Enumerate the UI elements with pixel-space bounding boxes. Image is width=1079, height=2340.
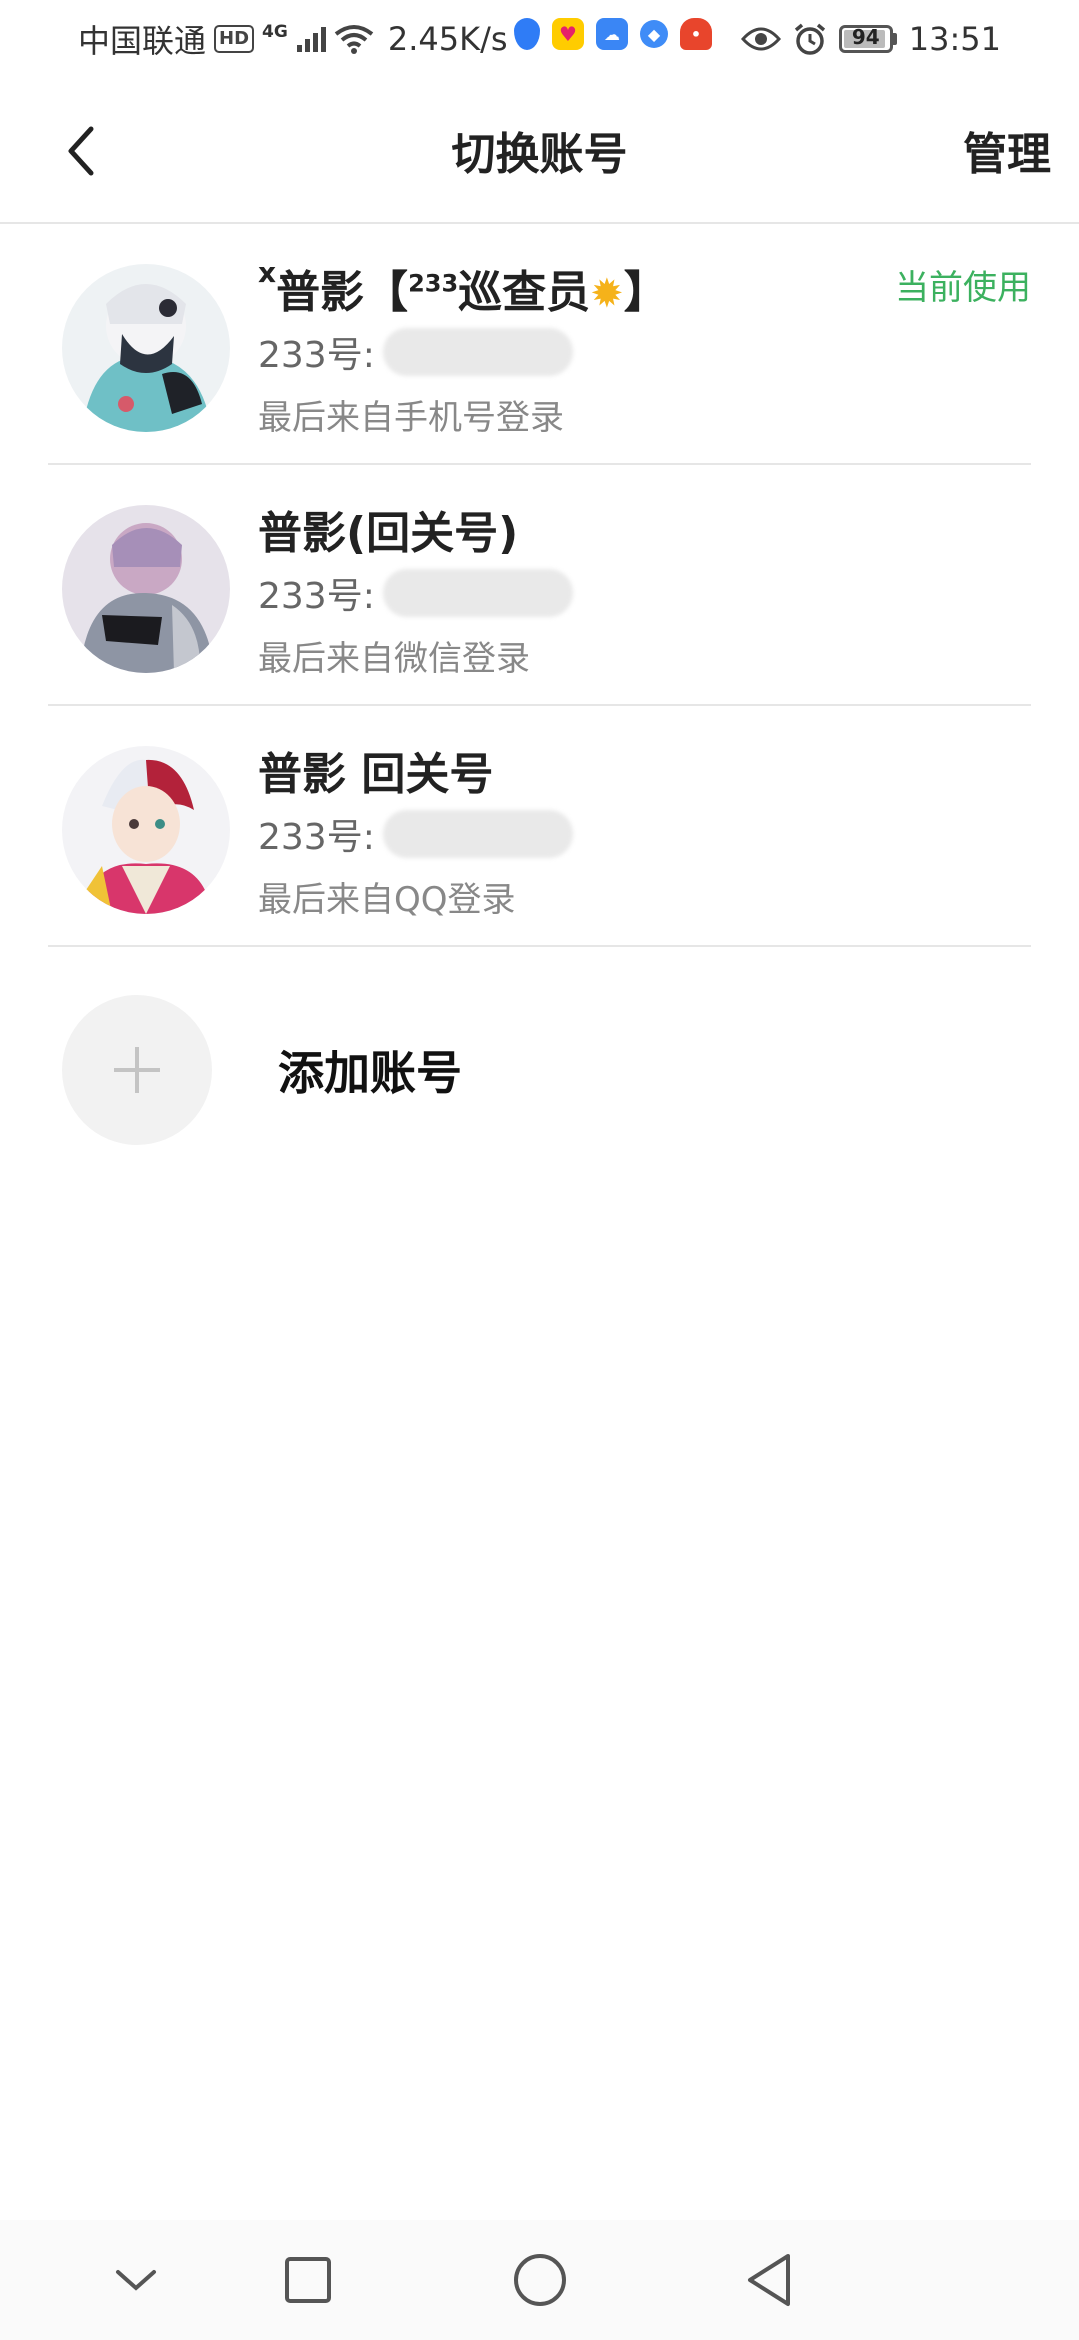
account-id-label: 233号: [258,817,375,858]
avatar-image [62,746,230,914]
battery-tip [892,33,897,45]
nav-back-button[interactable] [738,2248,802,2312]
current-account-badge: 当前使用 [895,268,1031,308]
account-name: 普影 回关号 [258,749,494,800]
plus-icon [114,1047,160,1093]
nav-hide-button[interactable] [104,2248,168,2312]
battery-indicator: 94 [838,25,897,53]
account-id: 233号: [258,567,573,619]
game-app-icon: • [680,18,712,50]
account-item[interactable]: 普影 回关号 233号: 最后来自QQ登录 [48,706,1031,947]
account-name: x普影【233巡查员✹】 [258,256,668,320]
redacted-id [382,328,573,376]
avatar [62,746,230,914]
wifi-icon [334,25,374,54]
account-item[interactable]: 普影(回关号) 233号: 最后来自微信登录 [48,465,1031,706]
account-login-source: 最后来自微信登录 [258,639,530,679]
sun-icon: ✹ [590,271,624,317]
chevron-down-icon [116,2270,156,2291]
signal-icon [296,27,326,52]
avatar-image [62,264,230,432]
add-account-label: 添加账号 [278,1046,462,1100]
nav-recents-button[interactable] [276,2248,340,2312]
hd-badge: HD [214,25,255,53]
account-name-suffix: 巡查员 [458,267,591,318]
account-name-prefix: x [258,256,277,289]
account-item[interactable]: x普影【233巡查员✹】 233号: 最后来自手机号登录 当前使用 [48,224,1031,465]
account-login-source: 最后来自手机号登录 [258,398,564,438]
system-nav-bar [0,2220,1079,2340]
network-speed: 2.45K/s [387,20,508,58]
status-bar: 中国联通 HD 4G 2.45K/s ♥ ☁ ◆ • 94 13:51 [0,0,1079,78]
battery-percent: 94 [851,25,880,49]
header-bar: 切换账号 管理 [0,78,1079,224]
account-name-main: 普影【 [276,267,409,318]
account-list: x普影【233巡查员✹】 233号: 最后来自手机号登录 当前使用 普影(回关号… [0,224,1079,947]
alarm-icon [794,23,825,55]
account-name-sup: 233 [408,269,459,298]
eye-icon [740,27,781,51]
triangle-back-icon [748,2254,790,2306]
network-type: 4G [262,22,288,42]
account-id: 233号: [258,808,573,860]
status-right: 94 13:51 [740,16,1001,62]
status-left: 中国联通 HD 4G 2.45K/s [78,16,508,62]
heart-app-icon: ♥ [552,18,584,50]
add-account-circle [62,995,212,1145]
add-account-button[interactable]: 添加账号 [62,994,662,1146]
square-icon [285,2257,331,2303]
avatar-image [62,505,230,673]
redacted-id [382,569,573,617]
notification-icons: ♥ ☁ ◆ • [514,18,712,50]
shield-app-icon [514,18,540,50]
nav-home-button[interactable] [508,2248,572,2312]
manage-button[interactable]: 管理 [963,118,1051,182]
page-title: 切换账号 [451,129,628,180]
account-login-source: 最后来自QQ登录 [258,880,516,920]
compass-app-icon: ◆ [640,20,668,48]
avatar [62,264,230,432]
battery-icon: 94 [838,25,893,53]
account-id-label: 233号: [258,335,375,376]
account-name: 普影(回关号) [258,508,519,559]
avatar [62,505,230,673]
cloud-app-icon: ☁ [596,18,628,50]
redacted-id [382,810,573,858]
account-id: 233号: [258,326,573,378]
circle-home-icon [514,2254,566,2306]
clock: 13:51 [908,20,1001,58]
carrier-name: 中国联通 [78,22,207,60]
account-name-end: 】 [623,267,668,318]
account-id-label: 233号: [258,576,375,617]
